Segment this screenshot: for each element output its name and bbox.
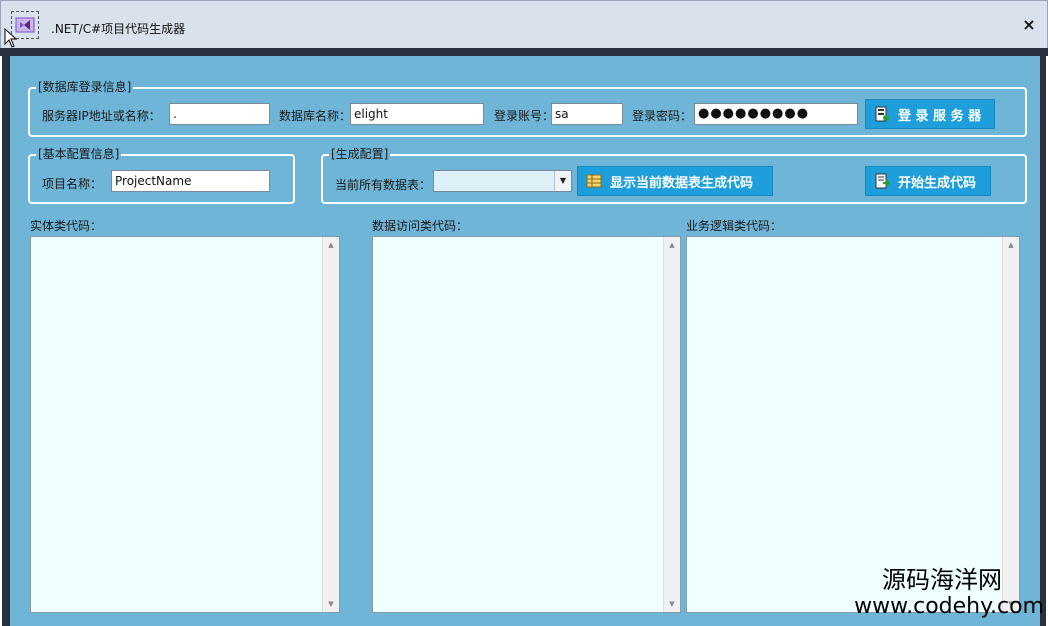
password-label: 登录密码： [632, 109, 693, 123]
tables-label: 当前所有数据表： [335, 178, 432, 192]
scroll-down-icon[interactable]: ▼ [664, 596, 680, 612]
server-input[interactable] [169, 103, 270, 125]
entity-code-textbox[interactable]: ▲ ▼ [30, 236, 340, 613]
dal-code-scrollbar[interactable]: ▲ ▼ [663, 237, 680, 612]
watermark-url: www.codehy.com [854, 594, 1044, 619]
main-panel: [数据库登录信息] 服务器IP地址或名称： 数据库名称： 登录账号： 登录密码：… [2, 56, 1046, 626]
server-icon [875, 106, 889, 122]
dbname-label: 数据库名称： [279, 109, 352, 123]
table-icon [586, 174, 602, 188]
bll-code-label: 业务逻辑类代码： [686, 219, 783, 233]
gen-config-legend: [生成配置] [329, 146, 391, 162]
db-login-legend: [数据库登录信息] [36, 79, 134, 95]
tables-selected-value [434, 174, 437, 188]
basic-config-legend: [基本配置信息] [36, 146, 122, 162]
dbname-input[interactable] [350, 103, 484, 125]
entity-code-label: 实体类代码： [30, 219, 103, 233]
title-bar: .NET/C#项目代码生成器 × [0, 0, 1048, 49]
watermark: 源码海洋网 www.codehy.com [854, 566, 1044, 620]
dal-code-textbox[interactable]: ▲ ▼ [372, 236, 681, 613]
bll-code-scrollbar[interactable]: ▲ ▼ [1002, 237, 1019, 612]
project-name-input[interactable] [111, 170, 270, 192]
dal-code-label: 数据访问类代码： [372, 219, 469, 233]
tables-select[interactable]: ▼ [433, 170, 572, 192]
scroll-down-icon[interactable]: ▼ [323, 596, 339, 612]
show-code-label: 显示当前数据表生成代码 [610, 175, 754, 191]
server-label: 服务器IP地址或名称： [42, 109, 161, 123]
watermark-title: 源码海洋网 [882, 566, 1002, 594]
show-code-button[interactable]: 显示当前数据表生成代码 [577, 166, 773, 196]
login-server-label: 登 录 服 务 器 [898, 108, 982, 124]
window-title: .NET/C#项目代码生成器 [51, 22, 186, 36]
start-generate-label: 开始生成代码 [898, 175, 977, 191]
scroll-up-icon[interactable]: ▲ [664, 237, 680, 253]
bll-code-textbox[interactable]: ▲ ▼ [686, 236, 1020, 613]
scroll-up-icon[interactable]: ▲ [1003, 237, 1019, 253]
entity-code-scrollbar[interactable]: ▲ ▼ [322, 237, 339, 612]
scroll-up-icon[interactable]: ▲ [323, 237, 339, 253]
document-export-icon [875, 173, 890, 189]
password-input[interactable]: ●●●●●●●●● [694, 103, 858, 125]
mouse-cursor-icon [4, 28, 18, 48]
close-button[interactable]: × [1019, 15, 1039, 35]
chevron-down-icon[interactable]: ▼ [554, 171, 571, 191]
window-frame [0, 48, 1048, 56]
login-server-button[interactable]: 登 录 服 务 器 [865, 99, 995, 129]
start-generate-button[interactable]: 开始生成代码 [865, 166, 991, 196]
account-label: 登录账号： [494, 109, 555, 123]
project-name-label: 项目名称： [42, 177, 103, 191]
account-input[interactable] [551, 103, 623, 125]
